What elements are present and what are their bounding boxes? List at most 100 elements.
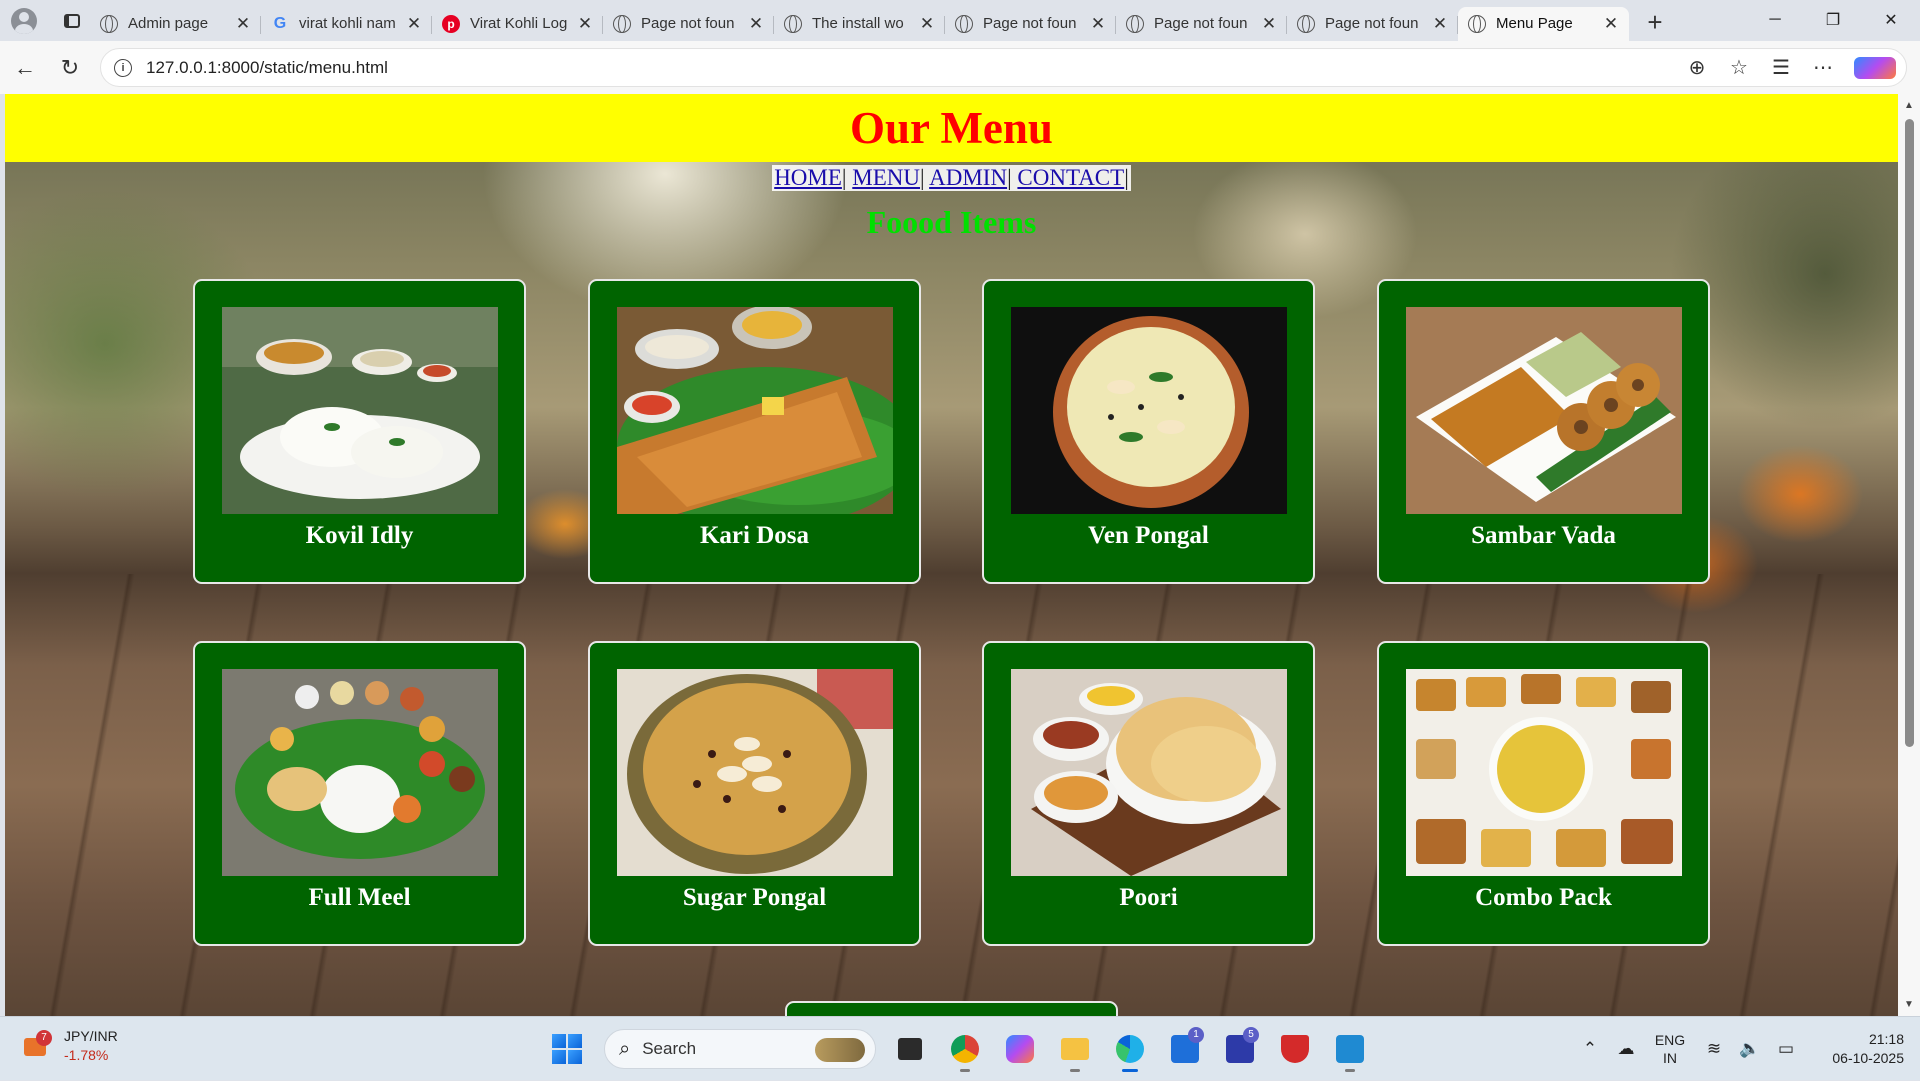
idly-plate-image — [222, 307, 498, 514]
person-icon — [11, 7, 37, 34]
vscode-icon[interactable] — [1329, 1025, 1371, 1073]
close-tab-icon[interactable]: ✕ — [1601, 14, 1621, 34]
close-window-icon[interactable]: ✕ — [1862, 0, 1920, 40]
tab-install-worked[interactable]: The install wo ✕ — [774, 7, 945, 41]
globe-icon — [1468, 14, 1486, 33]
nav-menu-link[interactable]: MENU — [852, 165, 920, 190]
nav-home-link[interactable]: HOME — [774, 165, 842, 190]
windows-taskbar: 7 JPY/INR -1.78% ⌕ Search 1 5 ⌃ ☁ ENG IN… — [0, 1016, 1920, 1080]
minimize-icon[interactable]: ─ — [1746, 0, 1804, 40]
onedrive-icon[interactable]: ☁ — [1608, 1039, 1644, 1059]
wifi-icon[interactable]: ≋ — [1696, 1039, 1732, 1059]
close-tab-icon[interactable]: ✕ — [917, 14, 937, 34]
tab-title: Virat Kohli Log — [470, 15, 568, 32]
url-text[interactable]: 127.0.0.1:8000/static/menu.html — [146, 58, 388, 78]
restore-icon[interactable]: ❐ — [1804, 0, 1862, 40]
food-card-partial — [785, 1001, 1118, 1016]
language-code: ENG — [1654, 1032, 1686, 1048]
chrome-icon[interactable] — [944, 1025, 986, 1073]
tab-title: The install wo — [812, 15, 904, 32]
food-card-sugar-pongal[interactable]: Sugar Pongal — [588, 641, 921, 946]
close-tab-icon[interactable]: ✕ — [1430, 14, 1450, 34]
new-tab-button[interactable]: + — [1637, 7, 1673, 38]
food-card-kari-dosa[interactable]: Kari Dosa — [588, 279, 921, 584]
tab-title: virat kohli nam — [299, 15, 396, 32]
food-name: Ven Pongal — [1088, 522, 1209, 549]
tab-page-not-found[interactable]: Page not foun ✕ — [1287, 7, 1458, 41]
tab-menu-page[interactable]: Menu Page ✕ — [1458, 6, 1629, 41]
tab-page-not-found[interactable]: Page not foun ✕ — [945, 7, 1116, 41]
close-tab-icon[interactable]: ✕ — [575, 14, 595, 34]
taskbar-center: ⌕ Search 1 5 — [552, 1025, 1371, 1073]
more-options-icon[interactable]: ⋯ — [1802, 55, 1844, 80]
scroll-down-icon[interactable]: ▼ — [1904, 999, 1914, 1010]
food-name: Full Meel — [308, 884, 411, 911]
file-explorer-icon[interactable] — [1054, 1025, 1096, 1073]
food-card-combo-pack[interactable]: Combo Pack — [1377, 641, 1710, 946]
favorites-icon[interactable]: ☰ — [1760, 55, 1802, 80]
site-nav: HOME| MENU| ADMIN| CONTACT| — [5, 165, 1898, 191]
food-card-kovil-idly[interactable]: Kovil Idly — [193, 279, 526, 584]
pongal-bowl-image — [1011, 307, 1287, 514]
profile-avatar[interactable] — [6, 3, 42, 39]
battery-icon[interactable]: ▭ — [1768, 1039, 1804, 1059]
clock[interactable]: 21:18 06-10-2025 — [1804, 1030, 1904, 1068]
page-title: Our Menu — [850, 103, 1053, 153]
widget-title: JPY/INR — [64, 1028, 118, 1044]
language-indicator[interactable]: ENG IN — [1644, 1031, 1696, 1067]
google-icon: G — [273, 14, 287, 32]
food-card-sambar-vada[interactable]: Sambar Vada — [1377, 279, 1710, 584]
mcafee-icon[interactable] — [1274, 1025, 1316, 1073]
globe-icon — [1297, 14, 1315, 33]
meals-banana-leaf-image — [222, 669, 498, 876]
globe-icon — [100, 14, 118, 33]
nav-admin-link[interactable]: ADMIN — [929, 165, 1007, 190]
nav-separator: | — [1007, 165, 1012, 190]
tab-page-not-found[interactable]: Page not foun ✕ — [603, 7, 774, 41]
address-bar[interactable]: i 127.0.0.1:8000/static/menu.html ⊕ ☆ ☰ … — [100, 48, 1907, 87]
sweet-pongal-image — [617, 669, 893, 876]
close-tab-icon[interactable]: ✕ — [1088, 14, 1108, 34]
notification-badge: 7 — [36, 1030, 52, 1046]
scroll-up-icon[interactable]: ▲ — [1904, 100, 1914, 111]
l-app-badge: 5 — [1243, 1027, 1259, 1043]
page-scrollbar[interactable]: ▲ ▼ — [1898, 94, 1920, 1016]
volume-icon[interactable]: 🔈 — [1732, 1039, 1768, 1059]
copilot-app-icon[interactable] — [999, 1025, 1041, 1073]
taskbar-search[interactable]: ⌕ Search — [604, 1029, 876, 1069]
windows-start-icon[interactable] — [552, 1034, 582, 1064]
close-tab-icon[interactable]: ✕ — [746, 14, 766, 34]
food-card-poori[interactable]: Poori — [982, 641, 1315, 946]
l-app-icon[interactable]: 5 — [1219, 1025, 1261, 1073]
tab-title: Page not foun — [641, 15, 735, 32]
food-card-full-meel[interactable]: Full Meel — [193, 641, 526, 946]
search-label: Search — [642, 1039, 697, 1058]
zoom-icon[interactable]: ⊕ — [1676, 55, 1718, 80]
scrollbar-thumb[interactable] — [1905, 119, 1914, 747]
close-tab-icon[interactable]: ✕ — [404, 14, 424, 34]
widget-text: JPY/INR -1.78% — [64, 1027, 118, 1065]
tab-admin-page[interactable]: Admin page ✕ — [90, 7, 261, 41]
refresh-icon[interactable]: ↻ — [50, 48, 90, 88]
close-tab-icon[interactable]: ✕ — [1259, 14, 1279, 34]
search-highlight-icon — [815, 1038, 865, 1062]
site-info-icon[interactable]: i — [114, 58, 132, 77]
task-view-icon[interactable] — [889, 1025, 931, 1073]
tab-page-not-found[interactable]: Page not foun ✕ — [1116, 7, 1287, 41]
edge-icon[interactable] — [1109, 1025, 1151, 1073]
food-card-ven-pongal[interactable]: Ven Pongal — [982, 279, 1315, 584]
copilot-icon[interactable] — [1854, 56, 1896, 79]
tab-pinterest[interactable]: p Virat Kohli Log ✕ — [432, 7, 603, 41]
close-tab-icon[interactable]: ✕ — [233, 14, 253, 34]
window-controls: ─ ❐ ✕ — [1746, 0, 1920, 40]
food-name: Sugar Pongal — [682, 884, 827, 911]
nav-contact-link[interactable]: CONTACT — [1017, 165, 1124, 190]
store-icon[interactable]: 1 — [1164, 1025, 1206, 1073]
tab-google-search[interactable]: G virat kohli nam ✕ — [261, 7, 432, 41]
back-icon[interactable]: ← — [5, 48, 45, 88]
favorite-star-icon[interactable]: ☆ — [1718, 55, 1760, 80]
currency-widget[interactable]: 7 JPY/INR -1.78% — [22, 1027, 118, 1065]
chevron-up-icon[interactable]: ⌃ — [1572, 1039, 1608, 1059]
tab-actions-button[interactable] — [54, 6, 90, 36]
nav-separator: | — [1124, 165, 1129, 190]
